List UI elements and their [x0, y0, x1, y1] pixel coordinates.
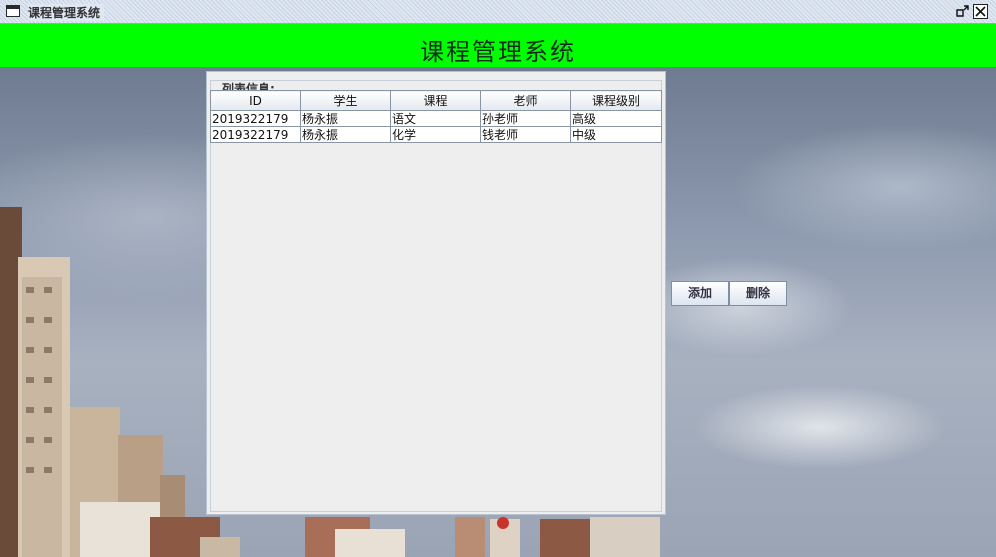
delete-button[interactable]: 删除 [729, 281, 787, 306]
cell-student[interactable]: 杨永振 [300, 126, 391, 143]
cell-teacher[interactable]: 钱老师 [480, 126, 571, 143]
page-title: 课程管理系统 [420, 38, 576, 66]
cell-teacher[interactable]: 孙老师 [480, 110, 571, 127]
column-header-student[interactable]: 学生 [300, 90, 391, 111]
restore-icon[interactable] [955, 4, 970, 19]
title-bar[interactable]: 课程管理系统 [0, 0, 996, 24]
column-header-teacher[interactable]: 老师 [480, 90, 571, 111]
cell-id[interactable]: 2019322179 [210, 126, 301, 143]
window-icon [6, 5, 20, 17]
cell-id[interactable]: 2019322179 [210, 110, 301, 127]
cell-level[interactable]: 中级 [570, 126, 662, 143]
table-row[interactable]: 2019322179 杨永振 化学 钱老师 中级 [210, 126, 662, 143]
cell-course[interactable]: 语文 [390, 110, 481, 127]
table-header-row: ID 学生 课程 老师 课程级别 [210, 90, 662, 111]
column-header-id[interactable]: ID [210, 90, 301, 111]
close-icon[interactable] [973, 4, 988, 19]
column-header-level[interactable]: 课程级别 [570, 90, 662, 111]
table-row[interactable]: 2019322179 杨永振 语文 孙老师 高级 [210, 110, 662, 127]
cell-course[interactable]: 化学 [390, 126, 481, 143]
add-button[interactable]: 添加 [671, 281, 729, 306]
header-banner: 课程管理系统 [0, 24, 996, 67]
column-header-course[interactable]: 课程 [390, 90, 481, 111]
cell-student[interactable]: 杨永振 [300, 110, 391, 127]
window-title: 课程管理系统 [28, 4, 105, 21]
list-fieldset: 列表信息: [210, 80, 662, 512]
app-window: 课程管理系统 课程管理系统 列表信息: ID 学生 课程 老师 课程级别 201… [0, 0, 996, 557]
cell-level[interactable]: 高级 [570, 110, 662, 127]
course-table: ID 学生 课程 老师 课程级别 2019322179 杨永振 语文 孙老师 高… [210, 90, 662, 143]
